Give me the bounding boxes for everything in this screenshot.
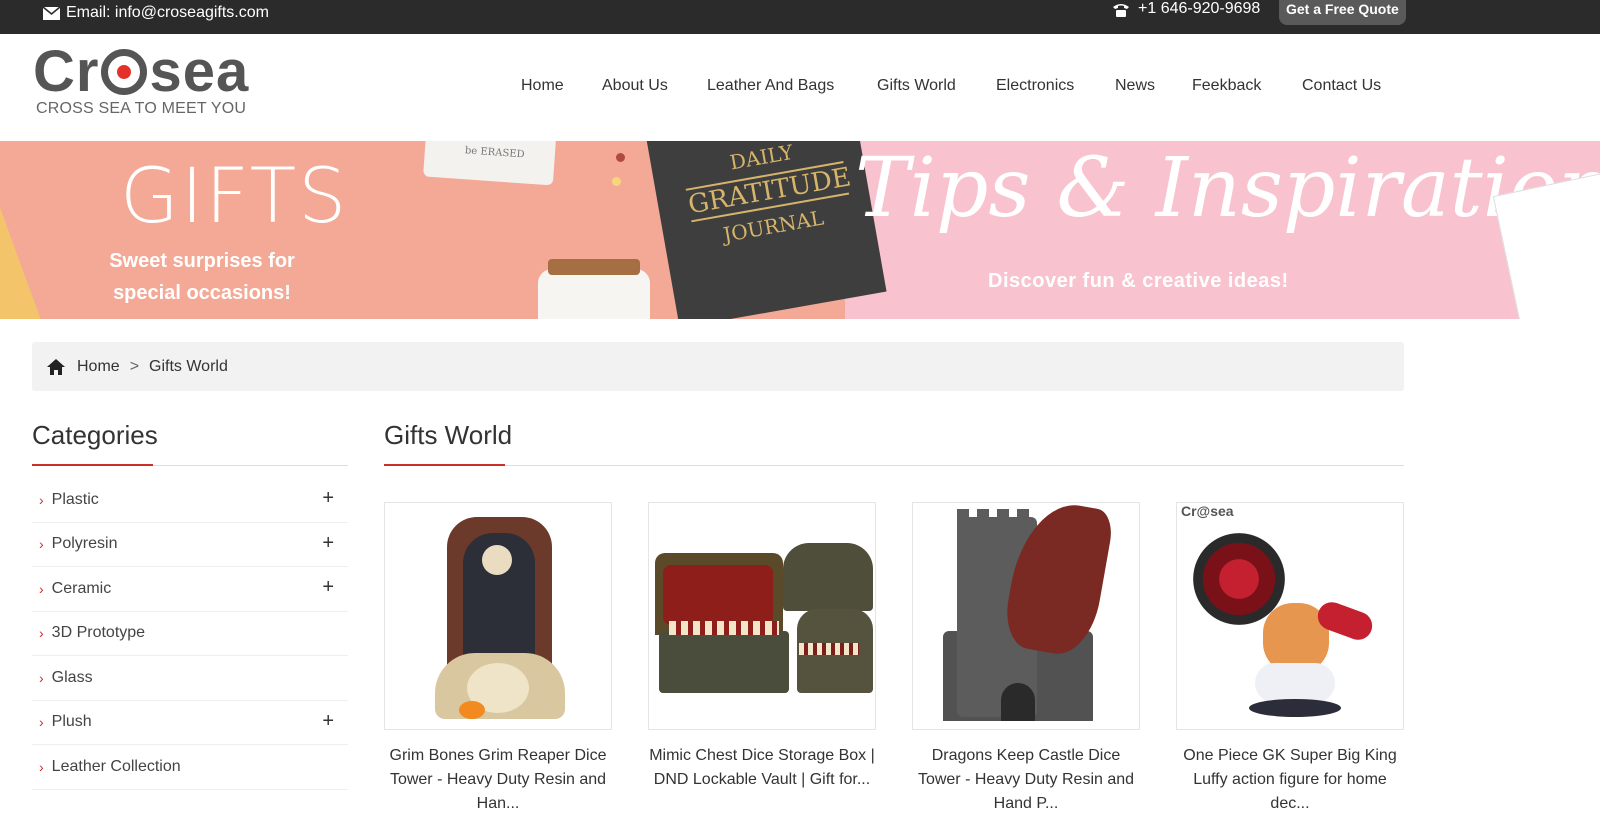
- site-logo[interactable]: Cr sea CROSS SEA TO MEET YOU: [33, 43, 249, 118]
- product-name[interactable]: Dragons Keep Castle Dice Tower - Heavy D…: [912, 744, 1140, 818]
- expand-plus-icon[interactable]: +: [322, 487, 334, 510]
- decor-dot: [612, 177, 621, 186]
- product-shape: [1255, 663, 1335, 703]
- product-card[interactable]: Grim Bones Grim Reaper Dice Tower - Heav…: [384, 502, 612, 818]
- chevron-right-icon: ›: [39, 491, 44, 508]
- product-watermark: Cr@sea: [1181, 503, 1234, 519]
- logo-text-start: Cr: [33, 39, 100, 104]
- expand-plus-icon[interactable]: +: [322, 710, 334, 733]
- product-name[interactable]: One Piece GK Super Big King Luffy action…: [1176, 744, 1404, 818]
- category-list: › Plastic + › Polyresin + › Ceramic + › 3D Prot…: [32, 478, 348, 790]
- category-label: Ceramic: [51, 579, 112, 597]
- top-email[interactable]: Email: info@croseagifts.com: [43, 4, 269, 22]
- category-label: Glass: [51, 668, 93, 686]
- categories-sidebar: Categories › Plastic + › Polyresin + › Cerami…: [32, 420, 348, 790]
- journal-graphic: DAILY GRATITUDE JOURNAL: [645, 141, 887, 319]
- logo-text-end: sea: [149, 39, 250, 104]
- product-shape: [783, 543, 873, 611]
- nav-gifts-world[interactable]: Gifts World: [877, 77, 956, 95]
- product-image[interactable]: [648, 502, 876, 730]
- category-label: Plush: [51, 713, 92, 731]
- nav-leather-and-bags[interactable]: Leather And Bags: [707, 77, 834, 95]
- page-title: Gifts World: [384, 420, 1404, 466]
- banner-gifts-sub-line-2: special occasions!: [113, 282, 291, 304]
- breadcrumb-separator: >: [129, 357, 140, 375]
- product-shape: [482, 545, 512, 575]
- product-image[interactable]: Cr@sea: [1176, 502, 1404, 730]
- expand-plus-icon[interactable]: +: [322, 576, 334, 599]
- category-item-3d-prototype[interactable]: › 3D Prototype: [32, 612, 348, 656]
- phone-text: +1 646-920-9698: [1138, 0, 1261, 17]
- product-shape: [1001, 683, 1035, 721]
- nav-home[interactable]: Home: [521, 77, 564, 95]
- categories-title: Categories: [32, 420, 348, 466]
- chevron-right-icon: ›: [39, 536, 44, 553]
- nav-contact-us[interactable]: Contact Us: [1302, 77, 1381, 95]
- product-shape: [957, 509, 1037, 523]
- category-label: Leather Collection: [51, 757, 181, 775]
- category-item-polyresin[interactable]: › Polyresin +: [32, 523, 348, 567]
- banner-tips-subtitle: Discover fun & creative ideas!: [988, 270, 1289, 292]
- nav-news[interactable]: News: [1115, 77, 1155, 95]
- phone-icon: [1113, 3, 1129, 17]
- product-card[interactable]: Mimic Chest Dice Storage Box | DND Locka…: [648, 502, 876, 818]
- site-header: Cr sea CROSS SEA TO MEET YOU Home About U…: [0, 34, 1600, 141]
- product-name[interactable]: Mimic Chest Dice Storage Box | DND Locka…: [648, 744, 876, 818]
- nav-about-us[interactable]: About Us: [602, 77, 668, 95]
- product-shape: [669, 621, 779, 635]
- main-content: Gifts World Grim Bones Grim Reaper Dice …: [384, 420, 1404, 812]
- top-bar: Email: info@croseagifts.com +1 646-920-9…: [0, 0, 1600, 34]
- expand-plus-icon[interactable]: +: [322, 532, 334, 555]
- hero-banner[interactable]: be ERASED DAILY GRATITUDE JOURNAL GIFTS …: [0, 141, 1600, 319]
- product-name[interactable]: Grim Bones Grim Reaper Dice Tower - Heav…: [384, 744, 612, 818]
- category-item-plastic[interactable]: › Plastic +: [32, 478, 348, 523]
- category-label: Plastic: [51, 490, 99, 508]
- category-item-ceramic[interactable]: › Ceramic +: [32, 567, 348, 612]
- logo-mark: Cr sea: [33, 43, 249, 101]
- banner-tips-title: Tips & Inspiration: [855, 141, 1600, 236]
- category-label: Polyresin: [51, 535, 118, 553]
- nav-electronics[interactable]: Electronics: [996, 77, 1074, 95]
- logo-tagline: CROSS SEA TO MEET YOU: [36, 100, 247, 117]
- nav-feedback[interactable]: Feekback: [1192, 77, 1261, 95]
- chevron-right-icon: ›: [39, 758, 44, 775]
- journal-text: DAILY GRATITUDE JOURNAL: [678, 141, 854, 252]
- product-shape: [659, 631, 789, 693]
- chevron-right-icon: ›: [39, 580, 44, 597]
- chevron-right-icon: ›: [39, 669, 44, 686]
- category-item-leather-collection[interactable]: › Leather Collection: [32, 745, 348, 790]
- banner-gifts-subtitle: Sweet surprises for special occasions!: [97, 245, 307, 309]
- category-label: 3D Prototype: [51, 624, 146, 642]
- decor-dot: [616, 153, 625, 162]
- jar-graphic: [538, 259, 650, 319]
- product-card[interactable]: Cr@sea One Piece GK Super Big King Luffy…: [1176, 502, 1404, 818]
- breadcrumb-home[interactable]: Home: [77, 358, 120, 376]
- banner-gifts-sub-line-1: Sweet surprises for: [109, 250, 295, 272]
- banner-gifts-title: GIFTS: [120, 151, 349, 240]
- product-image[interactable]: [384, 502, 612, 730]
- product-shape: [1249, 699, 1341, 717]
- chevron-right-icon: ›: [39, 625, 44, 642]
- product-image[interactable]: [912, 502, 1140, 730]
- product-shape: [459, 701, 485, 719]
- product-shape: [663, 565, 773, 625]
- envelope-icon: [43, 6, 60, 20]
- breadcrumb: Home > Gifts World: [32, 342, 1404, 391]
- breadcrumb-current: Gifts World: [149, 357, 228, 375]
- note-card-text: be ERASED: [464, 145, 525, 161]
- category-item-plush[interactable]: › Plush +: [32, 701, 348, 745]
- top-phone[interactable]: +1 646-920-9698: [1112, 0, 1260, 18]
- product-card[interactable]: Dragons Keep Castle Dice Tower - Heavy D…: [912, 502, 1140, 818]
- free-quote-button[interactable]: Get a Free Quote: [1279, 0, 1406, 25]
- chevron-right-icon: ›: [39, 714, 44, 731]
- home-icon[interactable]: [46, 358, 66, 376]
- logo-at-icon: [101, 49, 148, 95]
- product-shape: [799, 643, 859, 655]
- email-text: Email: info@croseagifts.com: [66, 4, 269, 21]
- category-item-glass[interactable]: › Glass: [32, 656, 348, 701]
